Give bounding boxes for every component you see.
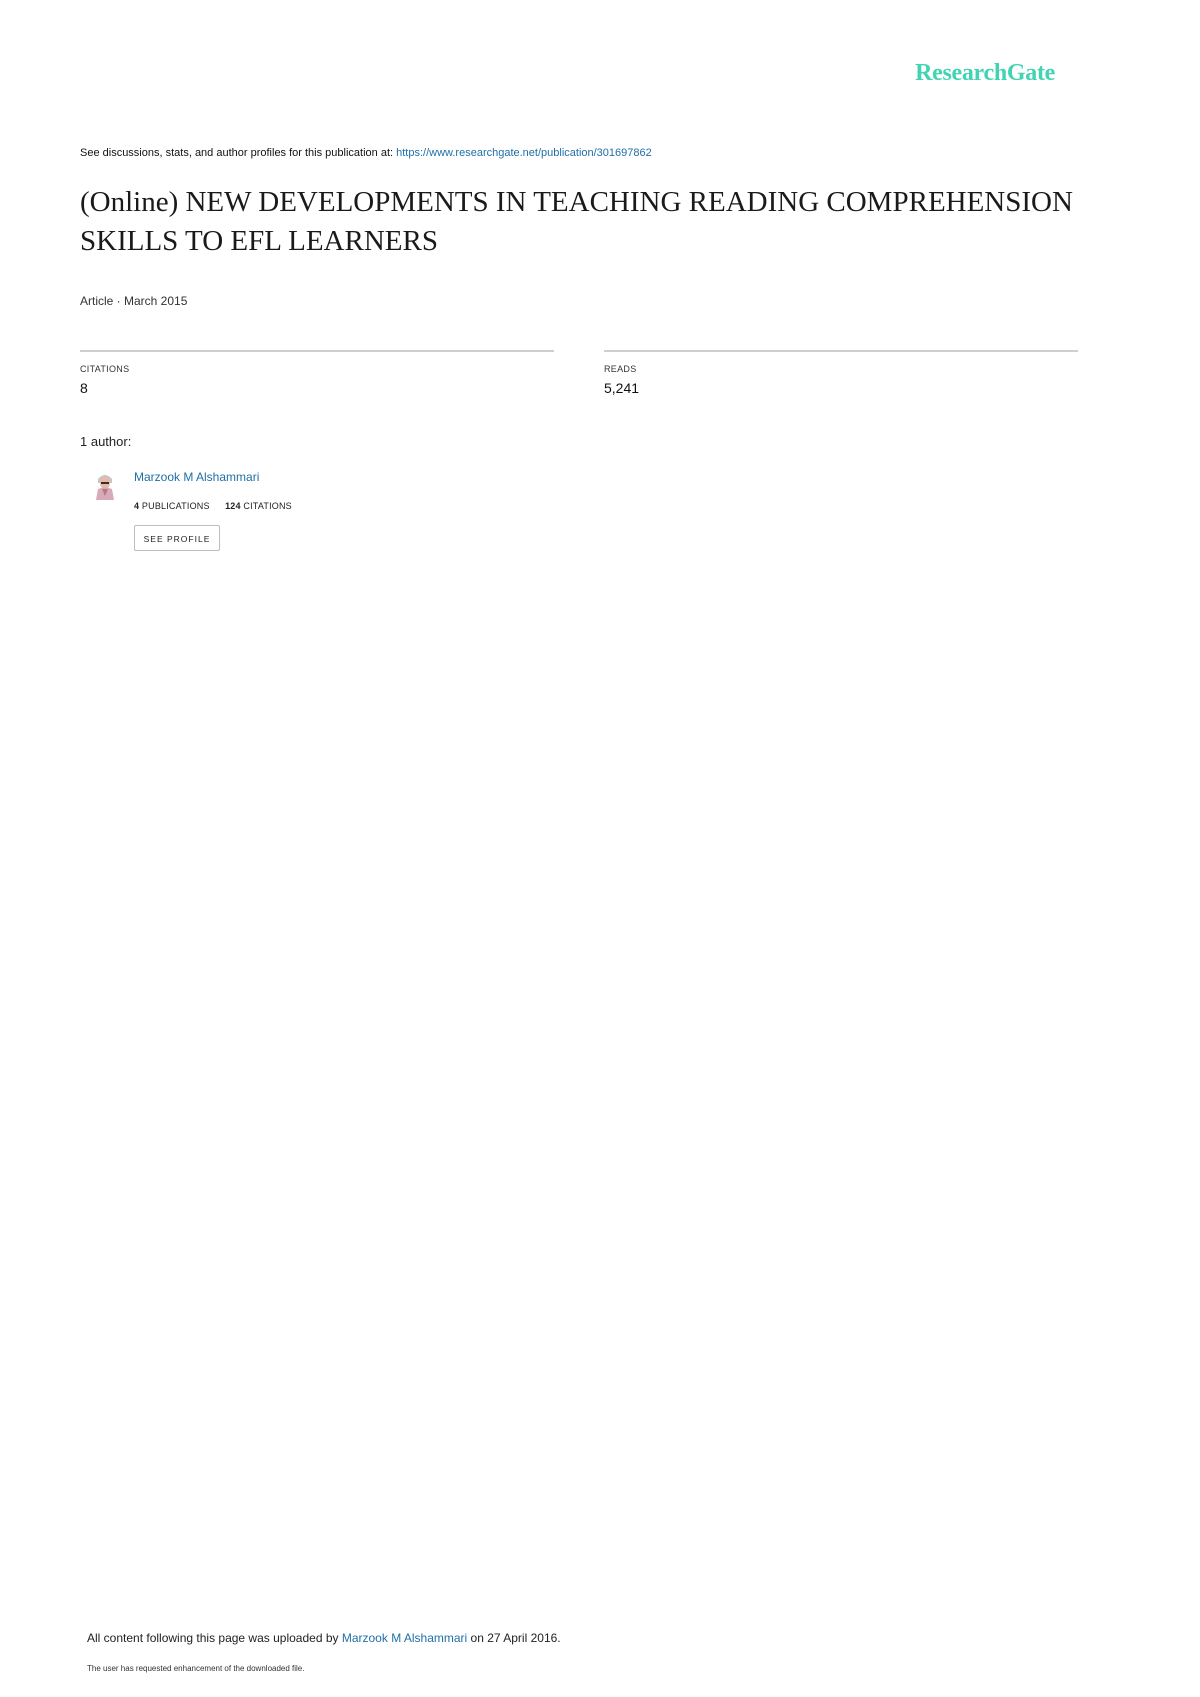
reads-value: 5,241 — [604, 380, 640, 396]
citations-value: 8 — [80, 380, 88, 396]
upload-note: All content following this page was uplo… — [87, 1631, 561, 1645]
authors-count: 1 author: — [80, 434, 132, 449]
reads-divider — [604, 350, 1078, 352]
author-stats: 4 PUBLICATIONS 124 CITATIONS — [134, 501, 292, 511]
see-profile-button[interactable]: SEE PROFILE — [134, 525, 220, 551]
author-publications-label: PUBLICATIONS — [141, 501, 210, 511]
publication-meta: Article · March 2015 — [80, 294, 188, 308]
researchgate-logo[interactable]: ResearchGate — [915, 60, 1055, 87]
citations-divider — [80, 350, 554, 352]
author-citations-label: CITATIONS — [243, 501, 292, 511]
avatar-photo-icon — [93, 470, 117, 500]
reads-label: READS — [604, 364, 637, 374]
publication-url-link[interactable]: https://www.researchgate.net/publication… — [396, 147, 652, 159]
discussion-note: See discussions, stats, and author profi… — [80, 147, 652, 159]
citations-label: CITATIONS — [80, 364, 130, 374]
publication-title: (Online) NEW DEVELOPMENTS IN TEACHING RE… — [80, 186, 1073, 257]
author-publications-count: 4 — [134, 501, 140, 511]
author-avatar[interactable] — [93, 470, 117, 500]
author-citations-count: 124 — [225, 501, 241, 511]
enhancement-note: The user has requested enhancement of th… — [87, 1664, 305, 1673]
uploader-name-link[interactable]: Marzook M Alshammari — [342, 1631, 467, 1645]
discussion-text: See discussions, stats, and author profi… — [80, 147, 397, 159]
upload-suffix: on 27 April 2016. — [467, 1631, 561, 1645]
author-name-link[interactable]: Marzook M Alshammari — [134, 470, 259, 484]
upload-prefix: All content following this page was uplo… — [87, 1631, 342, 1645]
